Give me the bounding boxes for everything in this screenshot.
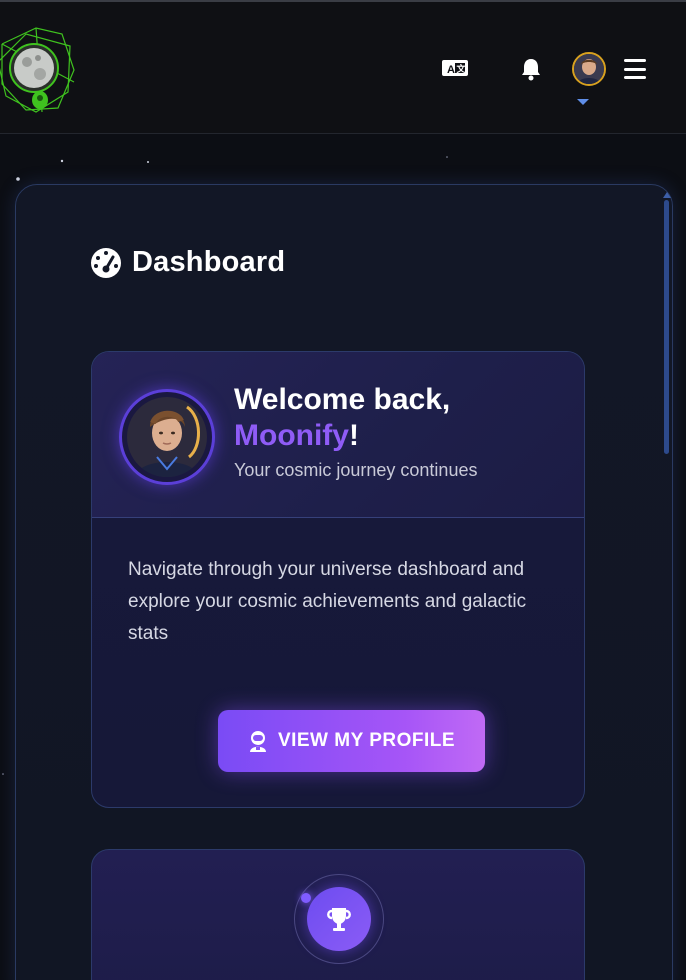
avatar[interactable] bbox=[572, 52, 606, 86]
achievements-card bbox=[91, 849, 585, 980]
username: Moonify bbox=[234, 419, 349, 452]
dashboard-gauge-icon bbox=[91, 247, 121, 278]
translate-icon[interactable]: A 文 bbox=[441, 58, 469, 78]
view-profile-button[interactable]: VIEW MY PROFILE bbox=[218, 710, 485, 772]
astronaut-icon bbox=[249, 731, 266, 752]
profile-avatar bbox=[119, 389, 215, 485]
logo-icon[interactable] bbox=[0, 22, 80, 114]
welcome-username-line: Moonify! bbox=[234, 418, 477, 454]
top-header: A 文 bbox=[0, 2, 686, 134]
trophy-icon bbox=[327, 908, 351, 931]
welcome-header: Welcome back, Moonify! Your cosmic journ… bbox=[92, 352, 584, 518]
scroll-up-arrow[interactable] bbox=[662, 186, 672, 198]
trophy-button[interactable] bbox=[307, 887, 371, 951]
exclamation: ! bbox=[348, 419, 359, 452]
welcome-description: Navigate through your universe dashboard… bbox=[128, 559, 527, 644]
welcome-text: Welcome back, Moonify! Your cosmic journ… bbox=[234, 382, 477, 481]
welcome-card: Welcome back, Moonify! Your cosmic journ… bbox=[91, 351, 585, 808]
view-profile-label: VIEW MY PROFILE bbox=[277, 730, 456, 751]
welcome-subtitle: Your cosmic journey continues bbox=[234, 460, 478, 480]
scrollbar-thumb[interactable] bbox=[664, 200, 669, 454]
orbit-dot bbox=[301, 893, 311, 903]
welcome-greeting: Welcome back, bbox=[234, 383, 451, 416]
chevron-down-icon[interactable] bbox=[576, 98, 590, 106]
dashboard-heading: Dashboard bbox=[132, 246, 286, 278]
menu-icon[interactable] bbox=[623, 59, 647, 79]
svg-text:A: A bbox=[447, 64, 455, 76]
page-title: Dashboard bbox=[90, 246, 285, 279]
svg-text:文: 文 bbox=[456, 63, 467, 74]
bell-icon[interactable] bbox=[518, 56, 544, 82]
